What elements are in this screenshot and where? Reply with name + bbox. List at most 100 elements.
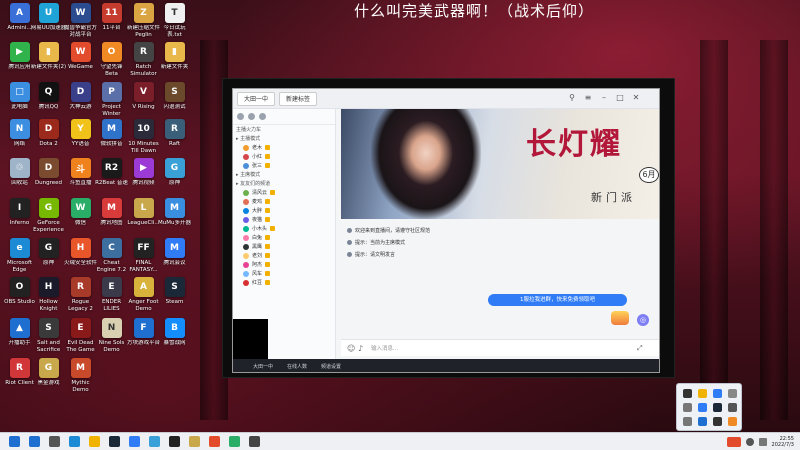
tray-icon[interactable] [728,417,737,426]
settings-icon[interactable] [248,113,255,120]
start-icon[interactable] [9,436,20,447]
desktop-icon[interactable]: 11 11平台 [95,3,128,32]
taskbar-app-icon[interactable] [29,436,40,447]
desktop-icon[interactable]: S Steam [158,277,191,306]
taskbar-app-icon[interactable] [209,436,220,447]
desktop-icon[interactable]: N Nine Sols Demo [95,318,128,353]
member-row[interactable]: 阿杰 [233,260,335,269]
emoji-icon[interactable]: ☺ [347,344,355,353]
promo-banner[interactable]: 长灯耀 6月 新门派 [341,109,659,219]
tray-icon[interactable] [683,389,692,398]
desktop-icon[interactable]: F 方块游戏平台 [127,318,160,347]
desktop-icon[interactable]: VV Rising [127,82,160,111]
chat-input-row[interactable]: ☺ ♪ 输入消息... ⤢ [341,339,659,356]
desktop-icon[interactable]: G GeForce Experience [32,198,65,233]
member-section[interactable]: ▸ 主席模式 [233,170,335,179]
desktop-icon[interactable]: W WeGame [64,42,97,71]
desktop-icon[interactable]: O 守望先锋 Beta [95,42,128,77]
status-item[interactable]: 大田一中 [253,363,273,370]
window-titlebar[interactable]: 大田一中 新建标签 ⚲ ≡ – □ ✕ [233,89,659,109]
desktop-icon[interactable]: R2 R2Beat 音速 [95,158,128,187]
desktop-icon[interactable]: E ENDER LILIES [95,277,128,312]
chat-input[interactable]: 输入消息... [371,344,398,352]
tray-icon[interactable] [698,389,707,398]
desktop-icon[interactable]: R Raft [158,119,191,148]
tray-icon[interactable] [713,403,722,412]
desktop-icon[interactable]: Y YY语音 [64,119,97,148]
member-section[interactable]: ▸ 友友们的频道 [233,179,335,188]
desktop-icon[interactable]: FF FINAL FANTASY... [127,238,160,273]
desktop-icon[interactable]: D Dota 2 [32,119,65,148]
member-row[interactable]: 小红 [233,152,335,161]
status-item[interactable]: 频道设置 [321,363,341,370]
taskbar-app-icon[interactable] [129,436,140,447]
member-row[interactable]: 大胖 [233,206,335,215]
maximize-icon[interactable]: □ [615,93,625,103]
menu-icon[interactable]: ≡ [583,93,593,103]
desktop-icon[interactable]: L LeagueCli... [127,198,160,227]
desktop-icon[interactable]: G 原神 [158,158,191,187]
tray-icon[interactable] [728,403,737,412]
taskbar-app-icon[interactable] [149,436,160,447]
search-icon[interactable] [259,113,266,120]
member-row[interactable]: 夜猫 [233,215,335,224]
desktop-icon[interactable]: W 魔兽争霸官方对战平台 [64,3,97,38]
chat-message-bubble[interactable]: 1服拉我进群，快来免费领取吧 [488,294,627,306]
desktop-icon[interactable]: E Evil Dead The Game [64,318,97,353]
desktop-icon[interactable]: M 腾讯地图 [95,198,128,227]
desktop-icon[interactable]: G 原神 [32,238,65,267]
clock[interactable]: 22:55 2022/7/3 [772,436,794,448]
taskbar-app-icon[interactable] [249,436,260,447]
tab-secondary[interactable]: 新建标签 [279,91,318,106]
desktop-icon[interactable]: Q 腾讯QQ [32,82,65,111]
taskbar-app-icon[interactable] [89,436,100,447]
desktop-icon[interactable]: W 微信 [64,198,97,227]
tray-icon[interactable] [683,417,692,426]
members-icon[interactable] [237,113,244,120]
desktop-icon[interactable]: R Ratch Simulator [127,42,160,77]
desktop-icon[interactable]: M MuMu多开器 [158,198,191,227]
member-row[interactable]: 黑鹰 [233,242,335,251]
gift-icon[interactable]: ◎ [637,314,649,326]
tray-icon[interactable] [728,389,737,398]
desktop-icon[interactable]: 斗斗鱼直播 [64,158,97,187]
desktop-icon[interactable]: T 今日试玩表.txt [158,3,191,38]
desktop-icon[interactable]: D 大神云游 [64,82,97,111]
member-row[interactable]: 小木头 [233,224,335,233]
tray-icon[interactable] [698,417,707,426]
tray-icon[interactable] [713,417,722,426]
desktop-icon[interactable]: P Project Winter [95,82,128,117]
tray-icon[interactable] [713,389,722,398]
desktop-icon[interactable]: A Anger Foot Demo [127,277,160,312]
desktop-icon[interactable]: M Mythic Demo [64,358,97,393]
desktop-icon[interactable]: U 网易UU加速器 [31,3,66,32]
minimize-icon[interactable]: – [599,93,609,103]
taskbar-app-icon[interactable] [69,436,80,447]
desktop-icon[interactable]: ▶ 腾讯视频 [127,158,160,187]
taskbar-app-icon[interactable] [229,436,240,447]
desktop-icon[interactable]: B 暴雪战网 [158,318,191,347]
taskbar-app-icon[interactable] [189,436,200,447]
network-icon[interactable] [745,438,754,446]
volume-icon[interactable] [758,438,767,446]
ime-icon[interactable] [726,437,741,447]
member-row[interactable]: 红豆 [233,278,335,287]
tray-icon[interactable] [683,403,692,412]
member-row[interactable]: 清风云 [233,188,335,197]
desktop-icon[interactable]: ▮ 新建文件夹 [158,42,191,71]
taskbar-app-icon[interactable] [169,436,180,447]
member-row[interactable]: 麦鸡 [233,197,335,206]
desktop-icon[interactable]: M 微软拼音 [95,119,128,148]
desktop-icon[interactable]: R Rogue Legacy 2 [64,277,97,312]
desktop-icon[interactable]: Z 新建压缩文件 Peglin [127,3,160,38]
desktop-icon[interactable]: G 黑金游戏 [32,358,65,387]
member-section[interactable]: ▸ 主播模式 [233,134,335,143]
member-row[interactable]: 老木 [233,143,335,152]
sticker-avatar[interactable] [611,311,629,325]
member-row[interactable]: 老刘 [233,251,335,260]
member-row[interactable]: 张三 [233,161,335,170]
member-row[interactable]: 风车 [233,269,335,278]
desktop-icon[interactable]: D Dungreed [32,158,65,187]
desktop-icon[interactable]: S Salt and Sacrifice [32,318,65,353]
voice-icon[interactable]: ♪ [358,344,363,353]
